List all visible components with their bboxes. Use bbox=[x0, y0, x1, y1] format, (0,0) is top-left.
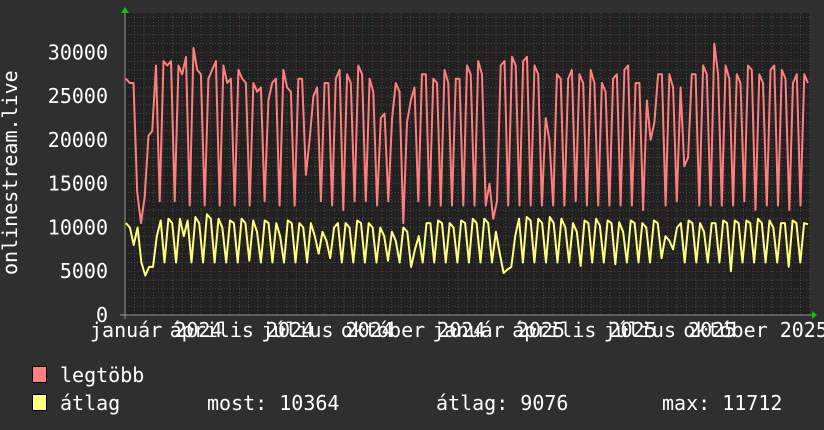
legend-label-atlag: átlag bbox=[60, 391, 121, 415]
y-tick-label: 10000 bbox=[48, 215, 108, 239]
y-tick-label: 30000 bbox=[48, 40, 108, 64]
legend-label-legtobb: legtöbb bbox=[60, 363, 145, 387]
y-axis-label: onlinestream.live bbox=[0, 70, 22, 275]
x-tick-label: október 2025 bbox=[683, 318, 824, 342]
stat-average: átlag: 9076 bbox=[436, 391, 569, 415]
y-axis-arrow-icon bbox=[121, 7, 129, 13]
stat-max: max: 11712 bbox=[662, 391, 783, 415]
y-tick-label: 20000 bbox=[48, 128, 108, 152]
y-tick-label: 5000 bbox=[60, 259, 108, 283]
y-tick-label: 25000 bbox=[48, 84, 108, 108]
y-tick-label: 15000 bbox=[48, 172, 108, 196]
stat-now: most: 10364 bbox=[207, 391, 340, 415]
legend-swatch-atlag bbox=[32, 394, 47, 411]
legend-swatch-legtobb bbox=[32, 366, 47, 383]
